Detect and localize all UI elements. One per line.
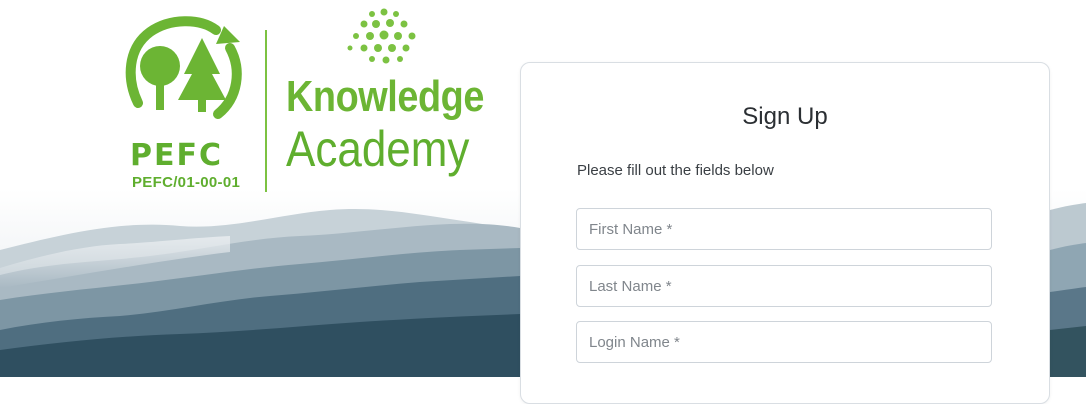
last-name-input[interactable] bbox=[576, 265, 992, 307]
brand-knowledge-text: Knowledge bbox=[286, 72, 484, 121]
first-name-input[interactable] bbox=[576, 208, 992, 250]
logo-divider bbox=[265, 30, 267, 192]
login-name-input[interactable] bbox=[576, 321, 992, 363]
pefc-tree-logo-icon bbox=[125, 16, 242, 119]
signup-instructions: Please fill out the fields below bbox=[577, 162, 774, 179]
signup-title: Sign Up bbox=[742, 103, 828, 130]
pefc-wordmark: PEFC bbox=[130, 138, 223, 173]
brand-academy-text: Academy bbox=[286, 121, 470, 177]
network-dots-icon bbox=[347, 8, 416, 64]
pefc-license-code: PEFC/01-00-01 bbox=[132, 174, 241, 191]
signup-card: Sign Up Please fill out the fields below bbox=[520, 62, 1050, 404]
pefc-knowledge-academy-logo: PEFC PEFC/01-00-01 Knowledge Academy bbox=[120, 8, 500, 198]
